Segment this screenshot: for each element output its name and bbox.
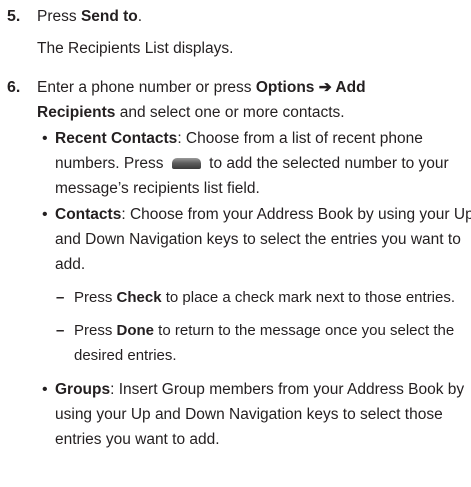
bullet-groups-dot: •: [42, 381, 48, 398]
sub-check-dash: –: [56, 289, 65, 306]
bullet-contacts-line-1: Contacts: Choose from your Address Book …: [55, 206, 471, 224]
check-label: Check: [116, 289, 162, 306]
sub-done-pre: Press: [74, 322, 117, 339]
step-6-number: 6.: [7, 79, 21, 96]
step-6-line-1-prefix: Enter a phone number or press: [37, 79, 256, 96]
sub-check-line: Press Check to place a check mark next t…: [74, 289, 455, 307]
sub-done-dash: –: [56, 322, 65, 339]
bullet-recent-contacts-line-2: numbers. Press to add the selected numbe…: [55, 155, 449, 173]
done-label: Done: [116, 322, 155, 339]
step-5-suffix: .: [137, 8, 143, 25]
sub-done-line-1: Press Done to return to the message once…: [74, 322, 454, 340]
sub-check-pre: Press: [74, 289, 117, 306]
step-5-prefix: Press: [37, 8, 81, 25]
recent-contacts-label: Recent Contacts: [55, 130, 178, 147]
sub-done-line-2: desired entries.: [74, 347, 177, 364]
bullet-groups-line-2: using your Up and Down Navigation keys t…: [55, 406, 443, 423]
step-6-recipients: Recipients: [37, 104, 116, 121]
step-6-line-2: Recipients and select one or more contac…: [37, 104, 345, 122]
step-6-options-add: Options ➔ Add: [255, 79, 366, 96]
contacts-label: Contacts: [55, 206, 122, 223]
bullet-recent-contacts-line-3: message’s recipients list field.: [55, 180, 260, 197]
step-5-instruction: Press Send to.: [37, 8, 142, 26]
step-5-number: 5.: [7, 8, 21, 25]
recent-contacts-line-2-pre: numbers. Press: [55, 155, 168, 172]
key-icon: [171, 158, 201, 169]
recent-contacts-text: : Choose from a list of recent phone: [177, 130, 423, 147]
bullet-contacts-dot: •: [42, 206, 48, 223]
step-5-result: The Recipients List displays.: [37, 40, 234, 57]
bullet-groups-line-1: Groups: Insert Group members from your A…: [55, 381, 464, 399]
step-6-line-2-suffix: and select one or more contacts.: [115, 104, 345, 121]
sub-done-text: to return to the message once you select…: [154, 322, 455, 339]
groups-label: Groups: [55, 381, 111, 398]
bullet-recent-contacts-line-1: Recent Contacts: Choose from a list of r…: [55, 130, 423, 148]
bullet-contacts-line-2: and Down Navigation keys to select the e…: [55, 231, 461, 248]
step-5-send-to: Send to: [80, 8, 138, 25]
sub-check-text: to place a check mark next to those entr…: [161, 289, 456, 306]
recent-contacts-line-2-text: to add the selected number to your: [204, 155, 449, 172]
bullet-groups-line-3: entries you want to add.: [55, 431, 220, 448]
bullet-contacts-line-3: add.: [55, 256, 86, 273]
contacts-text: : Choose from your Address Book by using…: [121, 206, 471, 223]
step-6-line-1: Enter a phone number or press Options ➔ …: [37, 79, 366, 97]
groups-text: : Insert Group members from your Address…: [110, 381, 465, 398]
bullet-recent-contacts-dot: •: [42, 130, 48, 147]
